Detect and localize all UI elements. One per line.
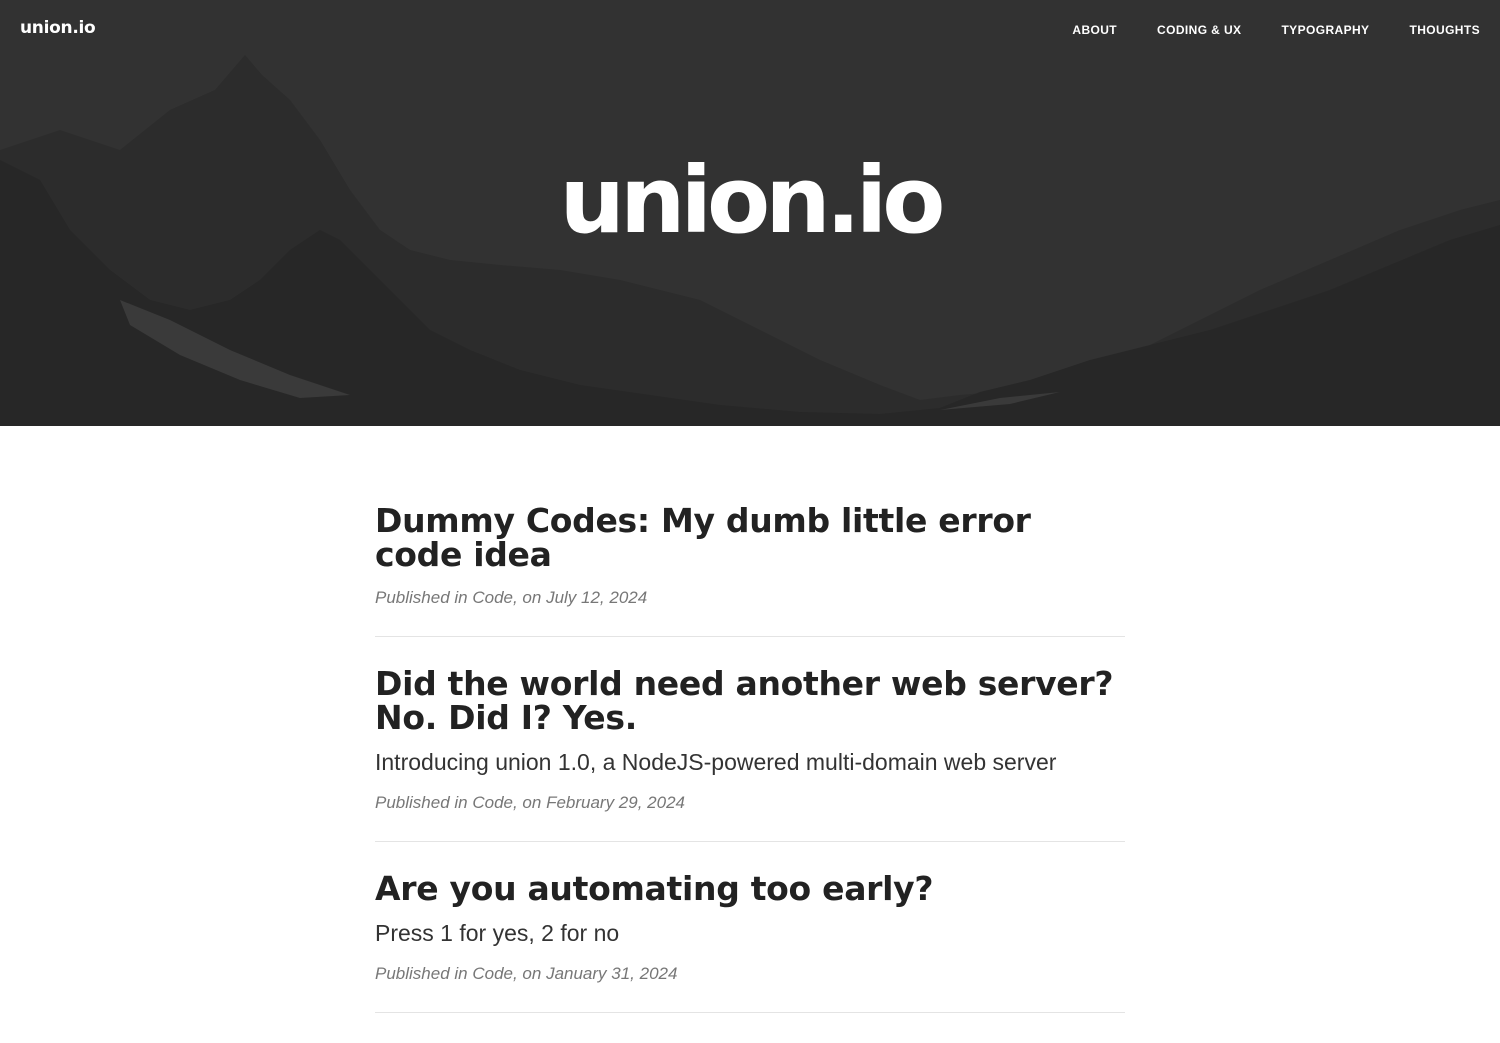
- hero-header: union.io ABOUT CODING & UX TYPOGRAPHY TH…: [0, 0, 1500, 426]
- site-title: union.io: [559, 147, 946, 254]
- top-navbar: union.io ABOUT CODING & UX TYPOGRAPHY TH…: [0, 0, 1500, 60]
- post-preview: Are you automating too early? Press 1 fo…: [375, 872, 1125, 1013]
- post-title-link[interactable]: Are you automating too early?: [375, 872, 1125, 906]
- nav-link-coding-ux[interactable]: CODING & UX: [1157, 23, 1241, 37]
- post-title-link[interactable]: Did the world need another web server? N…: [375, 667, 1125, 735]
- post-list: Dummy Codes: My dumb little error code i…: [375, 504, 1125, 1043]
- post-meta: Published in Code, on January 31, 2024: [375, 964, 678, 983]
- nav-link-typography[interactable]: TYPOGRAPHY: [1281, 23, 1369, 37]
- post-title-link[interactable]: Dummy Codes: My dumb little error code i…: [375, 504, 1125, 572]
- post-meta: Published in Code, on July 12, 2024: [375, 588, 648, 607]
- nav-link-thoughts[interactable]: THOUGHTS: [1409, 23, 1480, 37]
- brand-logo-link[interactable]: union.io: [20, 18, 96, 38]
- post-preview: Did the world need another web server? N…: [375, 667, 1125, 842]
- nav-link-about[interactable]: ABOUT: [1072, 23, 1117, 37]
- post-preview: Dummy Codes: My dumb little error code i…: [375, 504, 1125, 637]
- post-subtitle: Introducing union 1.0, a NodeJS-powered …: [375, 749, 1057, 775]
- post-subtitle: Press 1 for yes, 2 for no: [375, 920, 620, 946]
- nav-links: ABOUT CODING & UX TYPOGRAPHY THOUGHTS: [1072, 23, 1480, 37]
- post-meta: Published in Code, on February 29, 2024: [375, 793, 685, 812]
